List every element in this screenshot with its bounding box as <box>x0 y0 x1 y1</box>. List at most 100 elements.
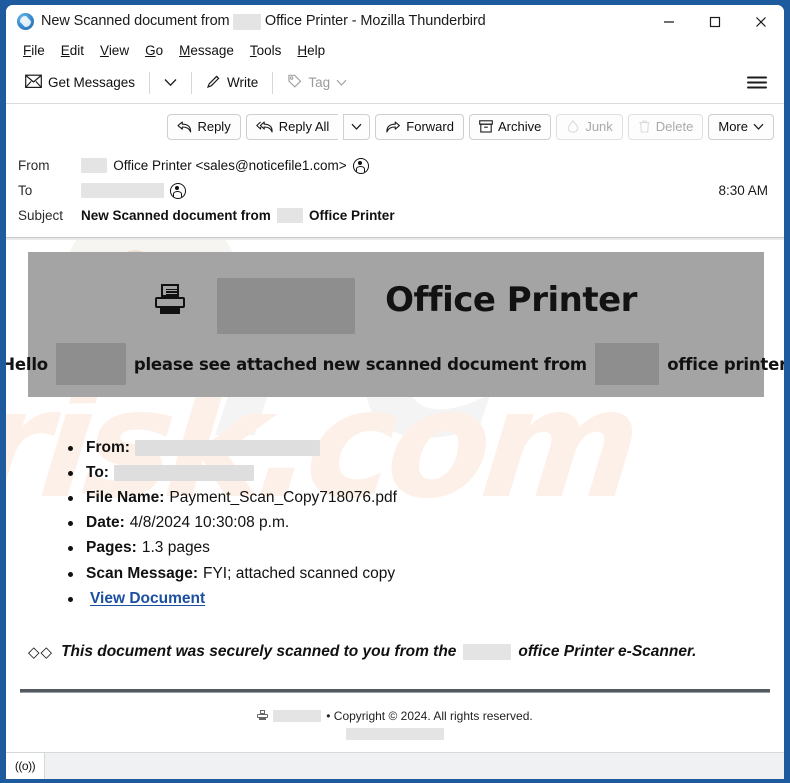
junk-button[interactable]: Junk <box>556 113 623 140</box>
connection-status-icon[interactable]: ((o)) <box>6 753 45 779</box>
footer-copyright-line: • Copyright © 2024. All rights reserved. <box>6 709 784 723</box>
delete-label: Delete <box>655 119 694 134</box>
detail-label-to: To: <box>86 464 109 482</box>
toolbar-separator-2 <box>191 71 193 94</box>
write-button[interactable]: Write <box>197 69 267 97</box>
security-notice: ◇◇ This document was securely scanned to… <box>28 643 784 661</box>
get-messages-icon <box>25 74 42 92</box>
detail-value-date: 4/8/2024 10:30:08 p.m. <box>129 514 290 532</box>
title-bar: New Scanned document from Office Printer… <box>6 5 784 38</box>
add-contact-icon[interactable] <box>352 157 369 174</box>
more-button[interactable]: More <box>708 113 774 140</box>
more-label: More <box>718 119 748 134</box>
notice-redaction <box>463 643 512 660</box>
banner-title-text: Office Printer <box>385 280 637 320</box>
detail-value-from-redaction <box>134 439 320 456</box>
scan-details-list: From: To: File Name: Payment_Scan_Copy71 <box>6 435 784 611</box>
from-value: Office Printer <sales@noticefile1.com> <box>81 157 772 174</box>
minimize-button[interactable] <box>646 5 692 38</box>
menu-bar: File Edit View Go Message Tools Help <box>6 38 784 62</box>
banner-greeting: Hello <box>6 354 48 374</box>
view-document-link[interactable]: View Document <box>90 586 205 611</box>
maximize-button[interactable] <box>692 5 738 38</box>
thunderbird-window: New Scanned document from Office Printer… <box>0 0 790 783</box>
close-button[interactable] <box>738 5 784 38</box>
menu-go[interactable]: Go <box>138 41 170 60</box>
menu-help[interactable]: Help <box>290 41 332 60</box>
reply-all-dropdown[interactable] <box>343 113 371 140</box>
list-item: From: <box>68 435 784 460</box>
detail-value-file-name: Payment_Scan_Copy718076.pdf <box>169 489 397 507</box>
header-row-from: From Office Printer <sales@noticefile1.c… <box>18 153 772 178</box>
menu-file[interactable]: File <box>16 41 52 60</box>
window-client-area: New Scanned document from Office Printer… <box>6 5 784 779</box>
subject-label: Subject <box>18 208 64 223</box>
reply-all-button[interactable]: Reply All <box>245 113 339 140</box>
banner-title: Office Printer <box>38 266 754 334</box>
archive-button[interactable]: Archive <box>468 113 552 140</box>
window-title-before: New Scanned document from <box>41 13 230 30</box>
footer-sub-redaction <box>346 727 444 740</box>
printer-icon <box>155 284 186 316</box>
menu-edit[interactable]: Edit <box>54 41 91 60</box>
main-toolbar: Get Messages Write Tag <box>6 62 784 103</box>
footer-brand-redaction <box>273 709 322 722</box>
menu-view[interactable]: View <box>93 41 136 60</box>
write-label: Write <box>227 75 259 90</box>
banner-subtitle: Hello please see attached new scanned do… <box>6 343 784 385</box>
subject-before: New Scanned document from <box>81 208 271 223</box>
reply-icon <box>177 120 192 133</box>
window-controls <box>646 5 784 38</box>
toolbar-separator-3 <box>272 71 274 94</box>
menu-message[interactable]: Message <box>172 41 241 60</box>
tag-label: Tag <box>308 75 331 90</box>
header-row-to: To 8:30 AM <box>18 178 772 203</box>
thunderbird-icon <box>17 13 34 30</box>
detail-value-to-redaction <box>113 464 254 481</box>
tag-chevron-down-icon <box>336 79 347 86</box>
detail-label-date: Date: <box>86 514 125 532</box>
detail-label-file-name: File Name: <box>86 489 165 507</box>
get-messages-dropdown[interactable] <box>155 73 186 92</box>
banner-sub-end: office printer. <box>667 354 784 374</box>
junk-label: Junk <box>585 119 613 134</box>
reply-all-label: Reply All <box>278 119 330 134</box>
footer-divider <box>20 688 770 693</box>
delete-button[interactable]: Delete <box>627 113 704 140</box>
list-item: Pages: 1.3 pages <box>68 535 784 560</box>
printer-icon-body <box>155 297 186 308</box>
tag-button[interactable]: Tag <box>278 69 356 97</box>
archive-icon <box>479 120 493 133</box>
get-messages-label: Get Messages <box>48 75 136 90</box>
to-redaction <box>81 183 164 198</box>
footer-copyright-text: • Copyright © 2024. All rights reserved. <box>326 708 533 723</box>
app-menu-button[interactable] <box>744 68 770 97</box>
message-time: 8:30 AM <box>718 183 768 198</box>
to-contact-icon[interactable] <box>169 182 186 199</box>
message-body-scroll[interactable]: Office Printer Hello please see attached… <box>6 252 784 752</box>
notice-before: This document was securely scanned to yo… <box>61 642 457 660</box>
subject-redaction <box>276 208 304 223</box>
list-item: To: <box>68 460 784 485</box>
banner-name-redaction <box>55 343 126 385</box>
forward-label: Forward <box>406 119 454 134</box>
list-item: File Name: Payment_Scan_Copy718076.pdf <box>68 485 784 510</box>
banner-brand-redaction <box>217 278 356 334</box>
window-title: New Scanned document from Office Printer… <box>41 13 486 30</box>
diamond-bullets-icon: ◇◇ <box>28 643 54 661</box>
message-body: PC risk.com <box>6 240 784 752</box>
get-messages-button[interactable]: Get Messages <box>16 69 144 97</box>
list-item-link: View Document <box>68 586 784 611</box>
menu-tools[interactable]: Tools <box>243 41 289 60</box>
detail-value-pages: 1.3 pages <box>141 539 210 557</box>
list-item: Scan Message: FYI; attached scanned copy <box>68 561 784 586</box>
subject-value: New Scanned document from Office Printer <box>81 208 772 223</box>
toolbar-separator-1 <box>149 71 151 94</box>
from-address[interactable]: Office Printer <sales@noticefile1.com> <box>113 158 346 173</box>
reply-button[interactable]: Reply <box>167 113 241 140</box>
notice-after: office Printer e-Scanner. <box>518 642 697 660</box>
pencil-icon <box>206 74 221 92</box>
chevron-down-icon <box>351 123 362 130</box>
subject-after: Office Printer <box>309 208 395 223</box>
forward-button[interactable]: Forward <box>375 113 464 140</box>
